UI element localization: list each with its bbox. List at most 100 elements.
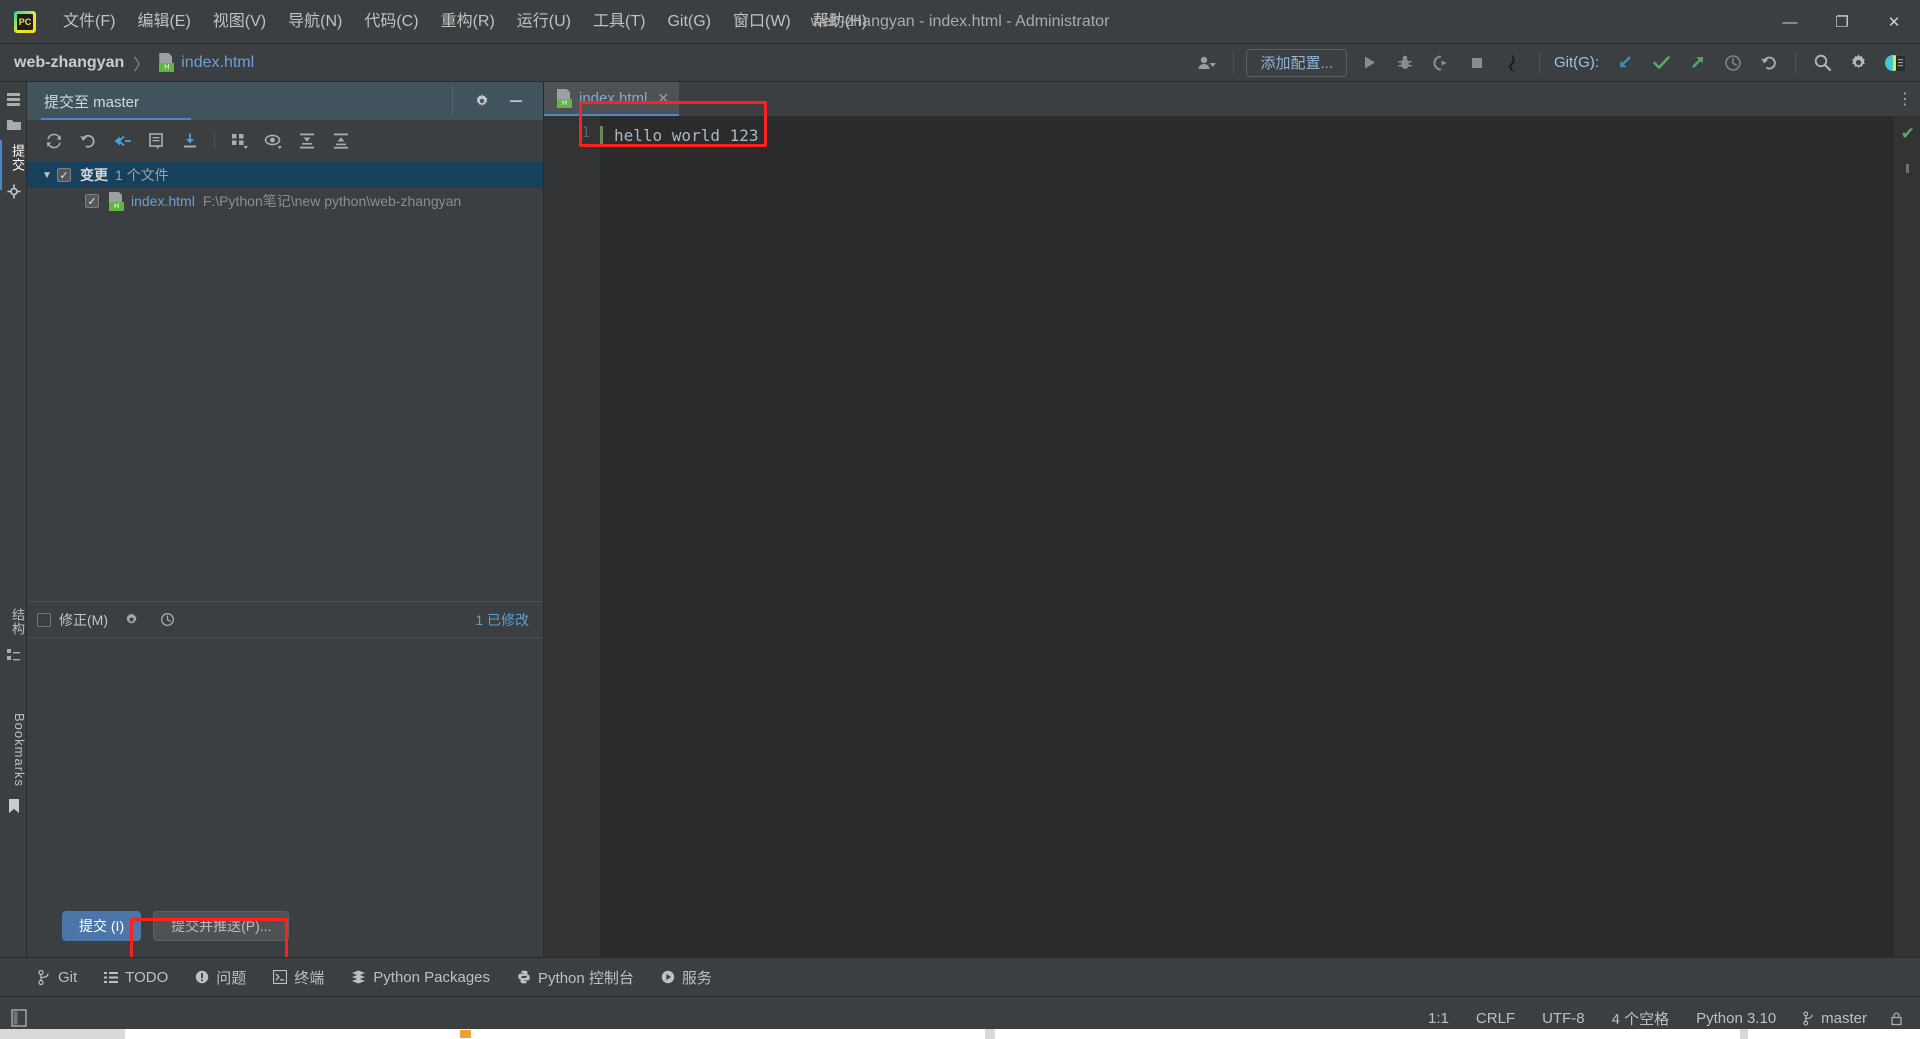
menu-item-edit[interactable]: 编辑(E)	[126, 0, 201, 44]
git-push-icon[interactable]	[1680, 48, 1714, 78]
status-bar: 1:1 CRLF UTF-8 4 个空格 Python 3.10 master	[0, 996, 1920, 1039]
changes-group-row[interactable]: ▼ ✓ 变更 1 个文件	[27, 162, 543, 188]
menu-item-run[interactable]: 运行(U)	[506, 0, 582, 44]
group-by-icon[interactable]	[222, 126, 256, 156]
menu-item-code[interactable]: 代码(C)	[353, 0, 429, 44]
close-button[interactable]: ✕	[1868, 0, 1920, 44]
menu-item-navigate[interactable]: 导航(N)	[277, 0, 353, 44]
sidebar-item-structure[interactable]: 结构	[0, 602, 27, 642]
git-branch-icon	[1803, 1011, 1815, 1026]
indent-setting[interactable]: 4 个空格	[1612, 1008, 1670, 1029]
git-commit-check-icon[interactable]	[1644, 48, 1678, 78]
tab-index-html[interactable]: H index.html ✕	[544, 82, 679, 116]
commit-and-push-button[interactable]: 提交并推送(P)...	[153, 911, 289, 941]
chevron-down-icon[interactable]: ▼	[37, 170, 57, 181]
python-console-icon	[517, 970, 531, 984]
message-icon[interactable]	[139, 126, 173, 156]
file-encoding[interactable]: UTF-8	[1542, 1010, 1585, 1027]
menu-item-window[interactable]: 窗口(W)	[722, 0, 802, 44]
tool-window-services[interactable]: 服务	[661, 967, 712, 988]
commit-branch-icon[interactable]	[0, 178, 27, 204]
caret-position[interactable]: 1:1	[1428, 1010, 1449, 1027]
preview-diff-icon[interactable]	[256, 126, 290, 156]
services-icon	[661, 970, 675, 984]
menu-item-git[interactable]: Git(G)	[656, 0, 722, 44]
inspection-gutter: ✔	[1894, 116, 1920, 957]
layout-icon[interactable]	[5, 1009, 32, 1027]
structure-icon[interactable]	[0, 642, 27, 668]
stop-icon[interactable]	[1460, 48, 1494, 78]
bookmark-icon[interactable]	[0, 793, 27, 819]
code-editor[interactable]: 1 hello world 123 ✔	[544, 116, 1920, 957]
add-configuration-button[interactable]: 添加配置...	[1246, 49, 1347, 77]
line-separator[interactable]: CRLF	[1476, 1010, 1515, 1027]
commit-message-area[interactable]	[27, 637, 543, 895]
debug-icon[interactable]	[1388, 48, 1422, 78]
python-interpreter[interactable]: Python 3.10	[1696, 1010, 1776, 1027]
tool-window-todo[interactable]: TODO	[104, 969, 168, 986]
commit-history-icon[interactable]	[154, 607, 180, 633]
expand-all-icon[interactable]	[290, 126, 324, 156]
profiler-icon[interactable]	[1496, 48, 1530, 78]
rollback-icon[interactable]	[71, 126, 105, 156]
folder-icon[interactable]	[0, 112, 27, 138]
gear-icon[interactable]	[469, 88, 495, 114]
menu-item-tools[interactable]: 工具(T)	[582, 0, 656, 44]
commit-options-gear-icon[interactable]	[118, 607, 144, 633]
amend-checkbox[interactable]	[37, 613, 51, 627]
amend-label[interactable]: 修正(M)	[59, 610, 108, 630]
menu-item-refactor[interactable]: 重构(R)	[430, 0, 506, 44]
editor-options-icon[interactable]: ⋮	[1890, 82, 1920, 116]
run-icon[interactable]	[1352, 48, 1386, 78]
changes-checkbox[interactable]: ✓	[57, 168, 71, 182]
git-update-icon[interactable]	[1608, 48, 1642, 78]
gear-icon[interactable]	[1841, 48, 1875, 78]
run-with-coverage-icon[interactable]	[1424, 48, 1458, 78]
code-content[interactable]: hello world 123	[600, 116, 1894, 957]
commit-tool-window: 提交至 master	[27, 82, 544, 957]
window-controls: — ❐ ✕	[1764, 0, 1920, 43]
breadcrumb: web-zhangyan 〉 H index.html	[14, 51, 254, 75]
tool-window-python-packages[interactable]: Python Packages	[351, 969, 490, 986]
menu-item-view[interactable]: 视图(V)	[202, 0, 277, 44]
toolbar-divider-3	[1795, 53, 1796, 73]
code-line-1[interactable]: hello world 123	[600, 125, 1894, 146]
minimize-icon[interactable]	[503, 88, 529, 114]
account-icon[interactable]	[1190, 48, 1224, 78]
breadcrumb-file[interactable]: index.html	[181, 54, 254, 72]
tool-window-python-console[interactable]: Python 控制台	[517, 967, 634, 988]
commit-button[interactable]: 提交 (I)	[62, 911, 141, 941]
download-icon[interactable]	[173, 126, 207, 156]
sidebar-item-bookmarks[interactable]: Bookmarks	[0, 707, 27, 793]
lock-icon[interactable]	[1889, 1011, 1904, 1026]
sidebar-item-commit[interactable]: 提交	[0, 138, 27, 178]
collapse-all-icon[interactable]	[324, 126, 358, 156]
diff-icon[interactable]	[105, 126, 139, 156]
commit-toolbar	[27, 120, 543, 162]
html-file-icon: H	[158, 53, 175, 72]
inspection-ok-icon[interactable]: ✔	[1901, 124, 1915, 144]
git-branch-widget[interactable]: master	[1803, 1010, 1867, 1027]
changed-file-row[interactable]: ✓ H index.html F:\Python笔记\new python\we…	[27, 188, 543, 214]
maximize-button[interactable]: ❐	[1816, 0, 1868, 44]
minimize-button[interactable]: —	[1764, 0, 1816, 44]
menu-item-help[interactable]: 帮助(H)	[802, 0, 878, 44]
close-icon[interactable]: ✕	[657, 90, 669, 107]
amend-row: 修正(M) 1 已修改	[27, 601, 543, 637]
commit-panel-title: 提交至 master	[44, 91, 139, 112]
git-rollback-icon[interactable]	[1752, 48, 1786, 78]
file-checkbox[interactable]: ✓	[85, 194, 99, 208]
menu-item-file[interactable]: 文件(F)	[52, 0, 126, 44]
refresh-icon[interactable]	[37, 126, 71, 156]
tool-window-terminal[interactable]: 终端	[273, 967, 324, 988]
git-history-icon[interactable]	[1716, 48, 1750, 78]
toolbar-right: 添加配置...	[1189, 44, 1920, 81]
tool-window-label: Git	[58, 969, 77, 986]
modified-count-link[interactable]: 1 已修改	[475, 610, 529, 630]
project-structure-icon[interactable]	[0, 86, 27, 112]
tool-window-git[interactable]: Git	[38, 969, 77, 986]
breadcrumb-project[interactable]: web-zhangyan	[14, 54, 124, 72]
ide-feature-icon[interactable]	[1877, 48, 1911, 78]
search-icon[interactable]	[1805, 48, 1839, 78]
tool-window-problems[interactable]: 问题	[195, 967, 246, 988]
